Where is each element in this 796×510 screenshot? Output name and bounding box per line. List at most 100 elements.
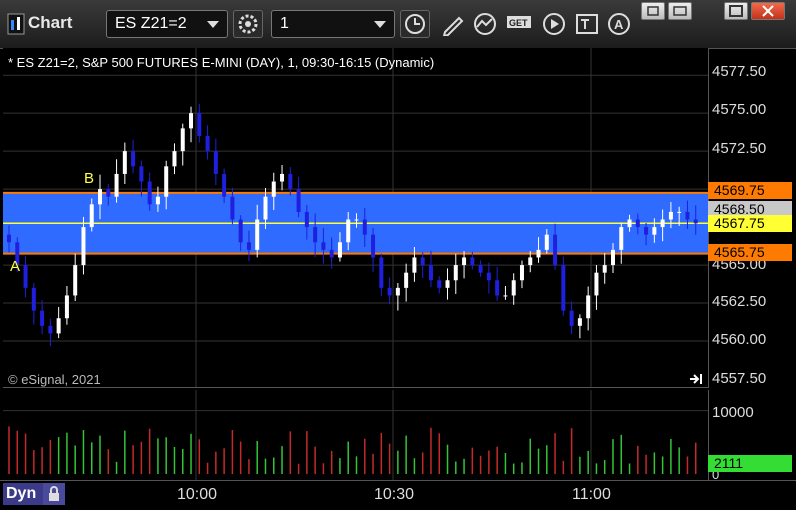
candle-body — [437, 280, 442, 288]
symbol-input[interactable]: ES Z21=2 — [106, 10, 228, 38]
candle-body — [147, 181, 152, 205]
candle-body — [627, 219, 632, 228]
candle-body — [337, 242, 342, 258]
chevron-down-icon[interactable] — [374, 21, 386, 28]
candle-body — [131, 151, 136, 167]
get-icon[interactable]: GET — [506, 12, 532, 36]
candle-body — [528, 257, 533, 266]
candle-body — [56, 318, 61, 334]
candle-body — [23, 265, 28, 288]
maximize-button[interactable] — [724, 2, 748, 20]
copyright-text: © eSignal, 2021 — [8, 372, 101, 387]
candle-body — [395, 287, 400, 296]
window-title: Chart — [28, 13, 73, 32]
last-volume-tag: 2111 — [708, 455, 792, 472]
alert-icon[interactable]: A — [606, 12, 632, 36]
restore-button[interactable] — [641, 2, 665, 20]
candle-body — [594, 272, 599, 296]
clock-icon — [405, 14, 425, 34]
lower-level-tag: 4565.75 — [708, 244, 792, 261]
candle-body — [213, 151, 218, 174]
symbol-value: ES Z21=2 — [115, 15, 187, 32]
candle-body — [478, 265, 483, 273]
candle-body — [462, 257, 467, 266]
candle-body — [40, 310, 45, 326]
play-icon[interactable] — [541, 12, 567, 36]
candle-body — [98, 189, 103, 205]
dynamic-mode-button[interactable]: Dyn — [3, 483, 43, 505]
chart-description: * ES Z21=2, S&P 500 FUTURES E-MINI (DAY)… — [8, 55, 435, 70]
candle-body — [321, 242, 326, 250]
candle-body — [346, 219, 351, 243]
close-button[interactable] — [751, 2, 785, 20]
candle-body — [668, 211, 673, 220]
candle-body — [362, 219, 367, 235]
candle-body — [420, 257, 425, 266]
price-axis-label: 4577.50 — [712, 63, 767, 80]
last-price-tag: 4567.75 — [708, 215, 792, 232]
candle-body — [280, 173, 285, 182]
time-axis-label: 11:00 — [572, 486, 611, 503]
candle-body — [304, 211, 309, 228]
candle-body — [288, 173, 293, 190]
candle-body — [205, 135, 210, 152]
candle-body — [445, 280, 450, 288]
candle-body — [296, 189, 301, 212]
candle-body — [693, 219, 698, 224]
candle-body — [470, 257, 475, 266]
price-plot — [3, 48, 708, 387]
time-button[interactable] — [400, 10, 430, 38]
lock-icon — [49, 486, 59, 501]
candle-body — [586, 295, 591, 319]
annotation-a: A — [10, 258, 21, 275]
candle-body — [644, 227, 649, 235]
candle-body — [503, 295, 508, 297]
annotation-b: B — [84, 170, 95, 187]
candle-body — [387, 287, 392, 296]
price-axis-label: 4575.00 — [712, 101, 767, 118]
settings-button[interactable] — [233, 10, 263, 38]
candle-body — [230, 196, 235, 220]
candle-body — [404, 272, 409, 288]
candle-body — [660, 219, 665, 228]
restore-icon — [647, 6, 659, 16]
candle-body — [495, 280, 500, 296]
chevron-down-icon[interactable] — [207, 21, 219, 28]
candle-body — [569, 310, 574, 326]
candle-body — [189, 113, 194, 129]
candle-body — [255, 219, 260, 250]
candle-body — [371, 234, 376, 258]
candle-body — [610, 249, 615, 266]
interval-select[interactable]: 1 — [271, 10, 395, 38]
scroll-to-end-icon[interactable] — [688, 372, 704, 386]
volume-plot — [3, 390, 708, 480]
move-button[interactable] — [668, 2, 692, 20]
pencil-icon[interactable] — [440, 12, 466, 36]
candle-body — [172, 151, 177, 167]
text-tool-icon[interactable] — [574, 12, 600, 36]
candle-body — [271, 181, 276, 197]
candle-body — [685, 211, 690, 220]
candle-body — [511, 280, 516, 296]
study-icon[interactable] — [472, 12, 498, 36]
candle-body — [577, 318, 582, 326]
candle-body — [412, 257, 417, 273]
lock-button[interactable] — [43, 483, 65, 505]
candle-body — [106, 189, 111, 197]
price-axis-label: 4572.50 — [712, 140, 767, 157]
interval-value: 1 — [280, 15, 289, 32]
candle-body — [31, 287, 36, 311]
candle-body — [180, 128, 185, 152]
candle-body — [263, 196, 268, 220]
candle-body — [635, 219, 640, 228]
gear-icon — [238, 14, 258, 34]
candle-body — [139, 166, 144, 182]
price-axis-label: 4560.00 — [712, 331, 767, 348]
chart-window-icon — [7, 13, 25, 35]
candle-body — [453, 265, 458, 281]
candle-body — [155, 196, 160, 205]
candle-body — [197, 113, 202, 136]
candle-body — [602, 265, 607, 273]
candle-body — [652, 227, 657, 235]
candle-body — [553, 234, 558, 266]
